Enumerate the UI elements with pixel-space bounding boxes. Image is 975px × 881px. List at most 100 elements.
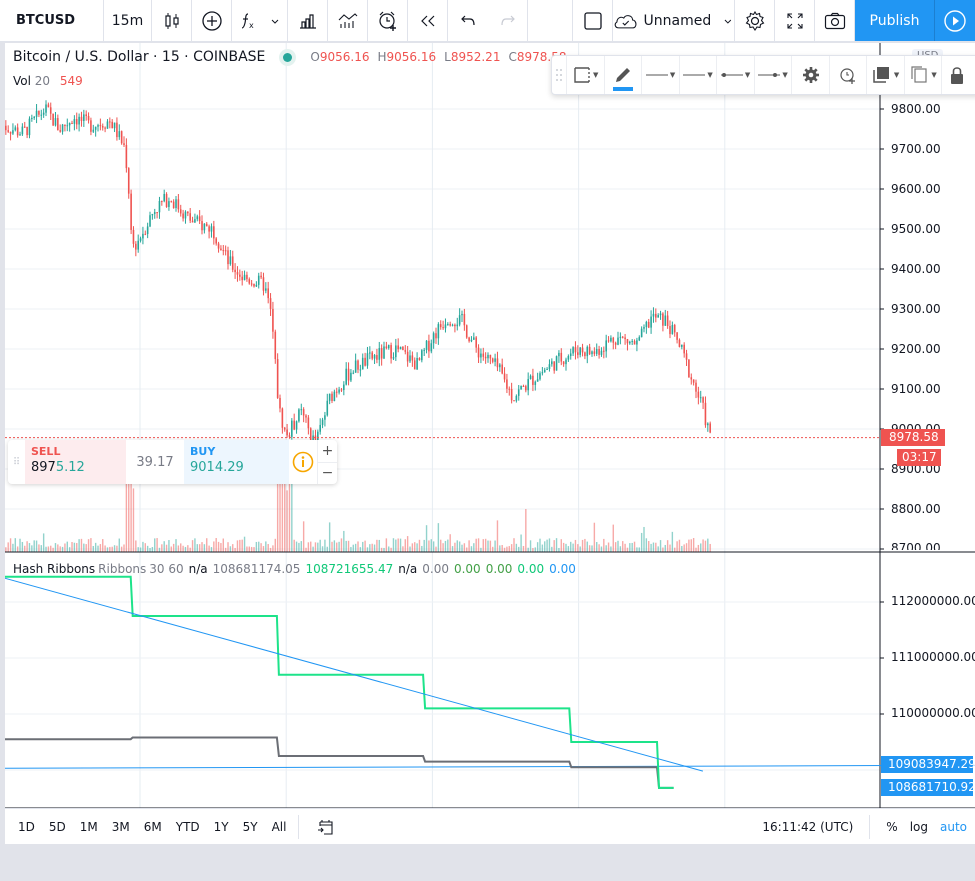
volume-bar <box>302 521 305 552</box>
alert-button[interactable] <box>368 0 408 41</box>
zoom-out-button[interactable]: − <box>318 463 337 485</box>
sell-button[interactable]: SELL 8975.12 <box>25 440 126 484</box>
volume-bar <box>397 538 399 552</box>
visual-order-button[interactable]: ▼ <box>867 56 905 94</box>
volume-bar <box>700 543 702 552</box>
redo-button[interactable] <box>488 0 528 41</box>
settings-gear-icon <box>745 10 764 31</box>
indicator-value: 108721655.47 <box>305 562 394 576</box>
fullscreen-button[interactable] <box>775 0 815 41</box>
interval-button[interactable]: 15m <box>104 0 152 41</box>
volume-bar <box>31 545 33 552</box>
candle-body <box>179 209 182 214</box>
candle-body <box>605 340 607 352</box>
chart-style-button[interactable] <box>152 0 192 41</box>
range-6m[interactable]: 6M <box>137 820 169 834</box>
layout-button[interactable] <box>573 0 613 41</box>
candle-body <box>227 250 229 265</box>
range-1y[interactable]: 1Y <box>207 820 236 834</box>
replay-button[interactable] <box>408 0 448 41</box>
buy-button[interactable]: BUY 9014.29 <box>184 440 289 484</box>
chart-name-button[interactable]: Unnamed <box>613 0 735 41</box>
volume-bar <box>92 545 94 552</box>
candle-body <box>548 364 551 369</box>
candle-body <box>196 216 199 220</box>
percent-scale-toggle[interactable]: % <box>880 820 903 834</box>
low-value: 8952.21 <box>450 50 501 64</box>
utc-clock[interactable]: 16:11:42 (UTC) <box>762 820 869 834</box>
financials-button[interactable] <box>288 0 328 41</box>
screenshot-button[interactable] <box>815 0 855 41</box>
range-3m[interactable]: 3M <box>105 820 137 834</box>
candle-body <box>239 274 241 277</box>
candle-body <box>468 337 470 342</box>
candle-body <box>385 346 388 349</box>
volume-bar <box>619 546 622 552</box>
goto-date-button[interactable] <box>309 818 343 836</box>
range-5d[interactable]: 5D <box>42 820 73 834</box>
publish-button[interactable]: Publish <box>855 0 935 41</box>
range-5y[interactable]: 5Y <box>236 820 265 834</box>
candle-body <box>676 332 678 340</box>
line-start-button[interactable]: ▼ <box>717 56 755 94</box>
candle-body <box>23 126 26 128</box>
range-1m[interactable]: 1M <box>73 820 105 834</box>
volume-bar <box>57 544 59 552</box>
symbol-search-button[interactable]: BTCUSD <box>0 0 104 41</box>
trade-drag-handle[interactable]: ⠿ <box>8 440 25 484</box>
line-color-button[interactable]: ▼ <box>642 56 680 94</box>
candle-body <box>567 356 570 360</box>
line-width-button[interactable]: ▼ <box>680 56 718 94</box>
candle-body <box>106 121 109 129</box>
undo-button[interactable] <box>448 0 488 41</box>
candle-body <box>692 379 695 383</box>
volume-bar <box>83 543 85 552</box>
chart-area[interactable]: Bitcoin / U.S. Dollar · 15 · COINBASE O9… <box>5 43 975 840</box>
log-scale-toggle[interactable]: log <box>904 820 934 834</box>
candle-body <box>210 226 213 232</box>
lock-icon <box>951 67 964 84</box>
settings-button[interactable] <box>735 0 775 41</box>
auto-scale-toggle[interactable]: auto <box>934 820 975 834</box>
templates-button[interactable] <box>328 0 368 41</box>
drawing-settings-button[interactable] <box>792 56 830 94</box>
volume-bar <box>527 547 529 552</box>
info-button[interactable] <box>289 440 317 484</box>
range-all[interactable]: All <box>265 820 294 834</box>
drag-handle[interactable] <box>552 56 568 94</box>
range-1d[interactable]: 1D <box>5 820 42 834</box>
candle-body <box>383 346 385 359</box>
volume-bar <box>650 543 652 552</box>
volume-legend[interactable]: Vol 20 549 <box>13 74 83 88</box>
drawing-alert-button[interactable] <box>830 56 868 94</box>
chart-canvas[interactable] <box>5 43 975 808</box>
volume-bar <box>411 543 414 552</box>
candle-body <box>555 356 558 371</box>
select-area-button[interactable]: ▼ <box>567 56 605 94</box>
compare-button[interactable] <box>192 0 232 41</box>
zoom-in-button[interactable]: + <box>318 440 337 463</box>
candle-body <box>257 275 260 285</box>
hash-ribbons-legend[interactable]: Hash Ribbons Ribbons 30 60 n/a 108681174.05 1… <box>13 562 581 576</box>
candle-body <box>335 391 338 393</box>
indicators-button[interactable]: x <box>232 0 288 41</box>
brush-color-button[interactable] <box>605 56 643 94</box>
candle-body <box>144 233 147 235</box>
volume-bar <box>347 540 350 552</box>
line-end-button[interactable]: ▼ <box>755 56 793 94</box>
clone-button[interactable]: ▼ <box>905 56 943 94</box>
publish-options-button[interactable] <box>935 0 975 41</box>
candle-body <box>94 126 97 130</box>
toolbar-spacer <box>528 0 573 41</box>
financials-icon <box>299 13 316 29</box>
volume-bar <box>395 539 397 552</box>
volume-bar <box>591 545 593 552</box>
lock-button[interactable] <box>942 56 975 94</box>
candle-body <box>361 357 364 370</box>
volume-bar <box>444 540 447 552</box>
candle-body <box>695 382 697 392</box>
volume-bar <box>73 542 76 552</box>
candle-body <box>168 201 170 207</box>
candle-body <box>113 122 116 129</box>
range-ytd[interactable]: YTD <box>169 820 207 834</box>
